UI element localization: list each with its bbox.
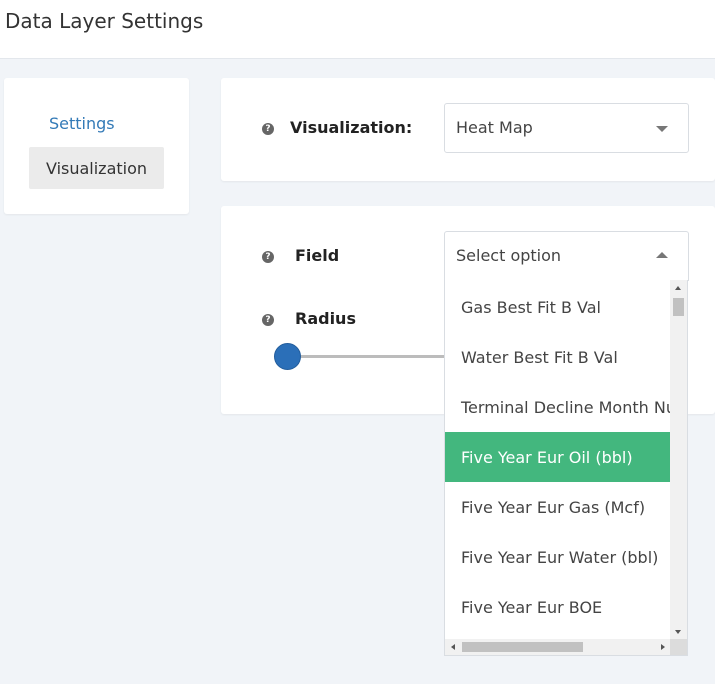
settings-nav: Settings Visualization — [4, 78, 189, 214]
field-option-selected[interactable]: Five Year Eur Oil (bbl) — [445, 432, 671, 482]
nav-item-visualization[interactable]: Visualization — [29, 147, 164, 189]
scroll-up-icon[interactable] — [675, 286, 681, 290]
scroll-left-icon[interactable] — [451, 644, 455, 650]
scrollbar-corner — [670, 639, 687, 655]
chevron-up-icon — [656, 252, 668, 258]
horizontal-scrollbar[interactable] — [445, 639, 671, 655]
scroll-down-icon[interactable] — [675, 630, 681, 634]
visualization-select-value: Heat Map — [456, 118, 533, 137]
field-option[interactable]: Terminal Decline Month Num — [445, 382, 671, 432]
field-select-placeholder: Select option — [456, 246, 562, 265]
nav-item-label: Visualization — [45, 158, 148, 178]
vertical-scrollbar[interactable] — [670, 280, 687, 640]
visualization-label: Visualization: — [290, 118, 413, 137]
help-icon[interactable]: ? — [262, 123, 274, 135]
field-option[interactable]: Gas Best Fit B Val — [445, 282, 671, 332]
field-option[interactable]: Five Year Eur Gas (Mcf) — [445, 482, 671, 532]
field-option[interactable]: Five Year Eur BOE — [445, 582, 671, 632]
field-options-dropdown: Gas Best Fit B Val Water Best Fit B Val … — [444, 280, 688, 656]
visualization-card: ? Visualization: Heat Map — [221, 78, 715, 181]
radius-slider-handle[interactable] — [274, 343, 301, 370]
page-header: Data Layer Settings — [0, 0, 715, 59]
horizontal-scroll-thumb[interactable] — [462, 642, 583, 652]
field-label: Field — [295, 246, 340, 265]
help-icon[interactable]: ? — [262, 314, 274, 326]
radius-label: Radius — [295, 309, 356, 328]
visualization-select[interactable]: Heat Map — [444, 103, 689, 153]
nav-item-settings[interactable]: Settings — [49, 114, 115, 133]
radius-slider-track[interactable] — [287, 355, 447, 358]
chevron-down-icon — [656, 126, 668, 132]
scroll-right-icon[interactable] — [661, 644, 665, 650]
field-option[interactable]: Five Year Eur Water (bbl) — [445, 532, 671, 582]
vertical-scroll-thumb[interactable] — [673, 298, 684, 316]
page-title: Data Layer Settings — [5, 9, 204, 33]
field-select[interactable]: Select option — [444, 231, 689, 281]
field-option[interactable]: Water Best Fit B Val — [445, 332, 671, 382]
field-options-list: Gas Best Fit B Val Water Best Fit B Val … — [445, 282, 671, 632]
help-icon[interactable]: ? — [262, 251, 274, 263]
